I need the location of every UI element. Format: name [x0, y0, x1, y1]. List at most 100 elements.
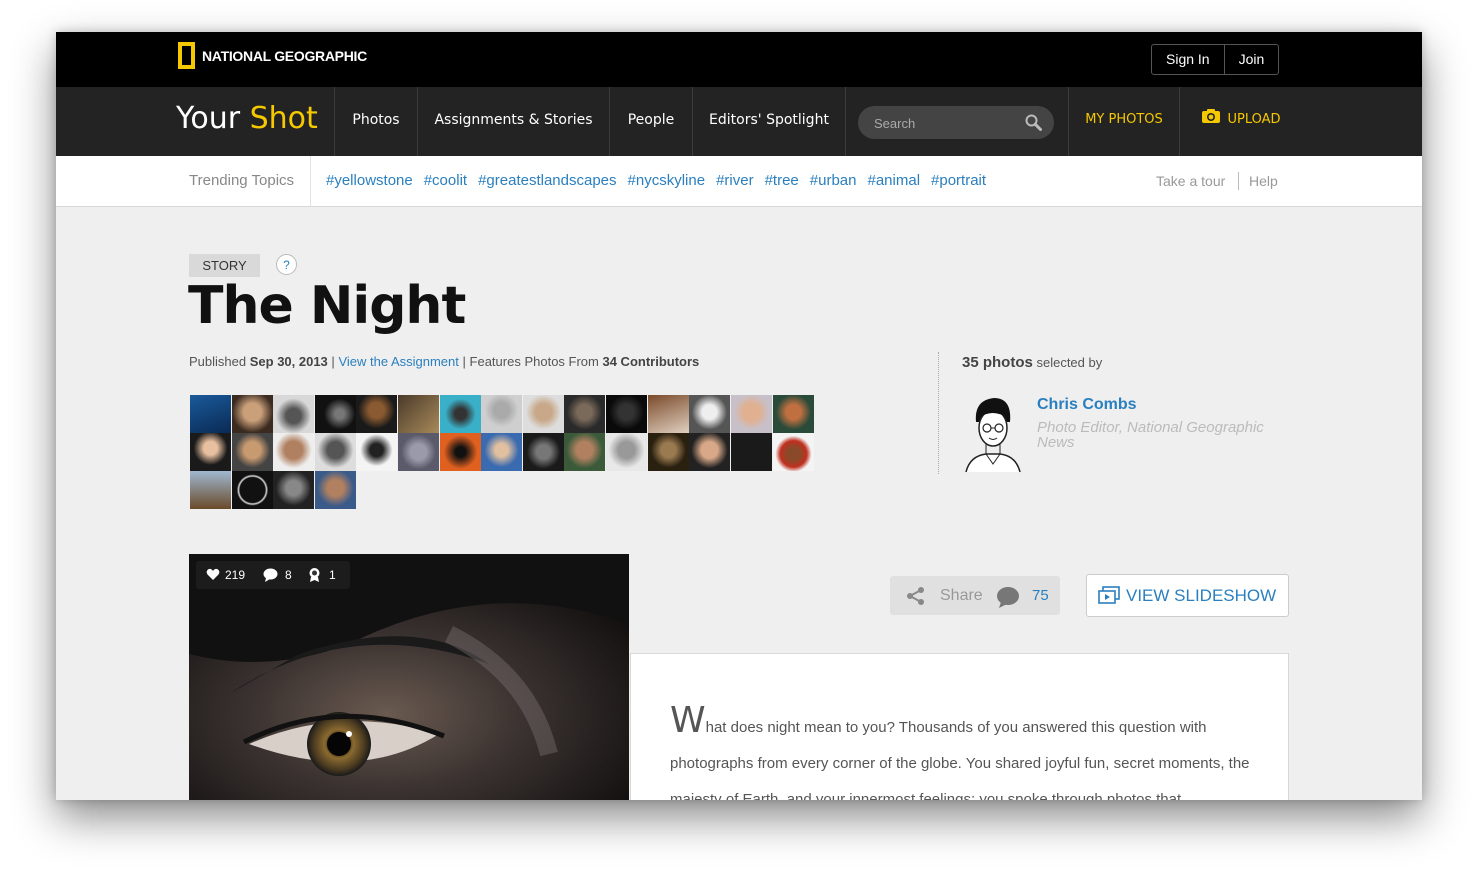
share-button[interactable]: Share	[940, 576, 983, 615]
upload-label: UPLOAD	[1227, 112, 1281, 127]
contributor-avatar[interactable]	[648, 395, 689, 433]
yellow-border-logo-icon	[178, 42, 195, 69]
contributor-avatar[interactable]	[773, 433, 814, 471]
my-photos-link[interactable]: MY PHOTOS	[1068, 87, 1180, 156]
tag-urban[interactable]: #urban	[810, 156, 857, 206]
join-button[interactable]: Join	[1225, 45, 1279, 74]
help-question-icon[interactable]: ?	[276, 254, 297, 275]
selected-by-text: 35 photos selected by	[962, 354, 1102, 371]
browser-window: NATIONAL GEOGRAPHIC Sign In Join Your Sh…	[56, 32, 1422, 800]
view-assignment-link[interactable]: View the Assignment	[338, 354, 458, 369]
view-slideshow-button[interactable]: VIEW SLIDESHOW	[1086, 574, 1289, 617]
featured-photo[interactable]: 219 8 1	[189, 554, 629, 800]
contributor-avatar[interactable]	[689, 395, 730, 433]
contributor-avatar[interactable]	[356, 433, 397, 471]
trending-divider	[310, 156, 311, 206]
page-title: The Night	[188, 276, 466, 336]
contributor-avatar[interactable]	[564, 395, 605, 433]
contributor-avatar[interactable]	[523, 395, 564, 433]
contributor-avatar[interactable]	[273, 433, 314, 471]
tag-nycskyline[interactable]: #nycskyline	[628, 156, 706, 206]
likes-count: 219	[225, 568, 246, 582]
nav-editors-spotlight[interactable]: Editors' Spotlight	[692, 87, 846, 156]
curator-avatar[interactable]	[962, 392, 1022, 474]
contributor-avatar[interactable]	[398, 395, 439, 433]
slideshow-icon	[1098, 586, 1120, 604]
contributor-avatar[interactable]	[190, 395, 231, 433]
contributor-avatar[interactable]	[190, 433, 231, 471]
contributor-avatar[interactable]	[606, 395, 647, 433]
contributor-avatar[interactable]	[731, 433, 772, 471]
vertical-dotted-divider	[938, 352, 939, 474]
contributor-avatar[interactable]	[689, 433, 730, 471]
help-link[interactable]: Help	[1249, 172, 1278, 190]
features-text: Features Photos From	[469, 354, 599, 369]
main-nav: Your Shot Photos Assignments & Stories P…	[56, 87, 1422, 156]
tag-coolit[interactable]: #coolit	[424, 156, 467, 206]
contributor-avatar[interactable]	[232, 471, 273, 509]
contributor-avatar[interactable]	[606, 433, 647, 471]
tour-help-divider	[1238, 172, 1239, 190]
contributor-avatar[interactable]	[481, 433, 522, 471]
story-description: What does night mean to you? Thousands o…	[630, 653, 1289, 800]
contributor-avatar[interactable]	[398, 433, 439, 471]
nav-photos[interactable]: Photos	[334, 87, 417, 156]
logo-text: NATIONAL GEOGRAPHIC	[202, 47, 367, 64]
photo-stats: 219 8 1	[196, 561, 350, 589]
search-box	[858, 106, 1054, 141]
trending-tags: #yellowstone #coolit #greatestlandscapes…	[326, 156, 997, 206]
sign-in-button[interactable]: Sign In	[1152, 45, 1224, 74]
tag-yellowstone[interactable]: #yellowstone	[326, 156, 413, 206]
contributor-avatar[interactable]	[315, 433, 356, 471]
contributor-avatar[interactable]	[731, 395, 772, 433]
tag-greatestlandscapes[interactable]: #greatestlandscapes	[478, 156, 616, 206]
contributor-avatar[interactable]	[315, 471, 356, 509]
upload-button[interactable]: UPLOAD	[1180, 87, 1302, 156]
search-icon[interactable]	[1025, 114, 1042, 131]
contributor-avatar[interactable]	[273, 471, 314, 509]
contributor-avatar[interactable]	[273, 395, 314, 433]
heart-icon[interactable]	[206, 568, 220, 581]
contributor-avatar[interactable]	[232, 433, 273, 471]
comment-bubble-icon[interactable]	[996, 586, 1020, 608]
comment-count[interactable]: 75	[1032, 576, 1049, 615]
auth-buttons: Sign In Join	[1151, 44, 1280, 75]
share-icon[interactable]	[906, 586, 926, 606]
contributor-avatar[interactable]	[564, 433, 605, 471]
contributor-avatar[interactable]	[481, 395, 522, 433]
story-paragraph: What does night mean to you? Thousands o…	[670, 703, 1260, 801]
tag-portrait[interactable]: #portrait	[931, 156, 986, 206]
contributors-count: 34 Contributors	[602, 354, 700, 369]
published-date: Sep 30, 2013	[249, 354, 328, 369]
national-geographic-logo[interactable]: NATIONAL GEOGRAPHIC	[178, 42, 367, 69]
search-input[interactable]	[872, 106, 1026, 141]
contributor-avatar[interactable]	[315, 395, 356, 433]
award-icon[interactable]	[308, 567, 321, 583]
tag-river[interactable]: #river	[716, 156, 754, 206]
contributor-avatar[interactable]	[356, 395, 397, 433]
comment-icon[interactable]	[263, 568, 278, 582]
your-shot-brand[interactable]: Your Shot	[176, 87, 318, 156]
meta-separator: |	[331, 354, 335, 369]
nav-people[interactable]: People	[609, 87, 692, 156]
contributor-avatar[interactable]	[440, 433, 481, 471]
contributor-avatar[interactable]	[648, 433, 689, 471]
contributor-avatar[interactable]	[440, 395, 481, 433]
tag-animal[interactable]: #animal	[868, 156, 921, 206]
contributor-avatar[interactable]	[773, 395, 814, 433]
photo-count: 35 photos	[962, 354, 1033, 371]
contributor-avatar[interactable]	[190, 471, 231, 509]
meta-separator: |	[462, 354, 466, 369]
tag-tree[interactable]: #tree	[765, 156, 799, 206]
take-a-tour-link[interactable]: Take a tour	[1156, 172, 1225, 190]
nav-assignments-stories[interactable]: Assignments & Stories	[417, 87, 609, 156]
dropcap: W	[670, 700, 706, 741]
comments-count: 8	[285, 568, 292, 582]
contributor-avatar[interactable]	[523, 433, 564, 471]
view-slideshow-label: VIEW SLIDESHOW	[1126, 586, 1277, 605]
top-bar: NATIONAL GEOGRAPHIC Sign In Join	[56, 32, 1422, 87]
curator-name[interactable]: Chris Combs	[1037, 396, 1137, 414]
selected-by-label: selected by	[1036, 355, 1103, 370]
camera-icon	[1202, 109, 1221, 123]
contributor-avatar[interactable]	[232, 395, 273, 433]
